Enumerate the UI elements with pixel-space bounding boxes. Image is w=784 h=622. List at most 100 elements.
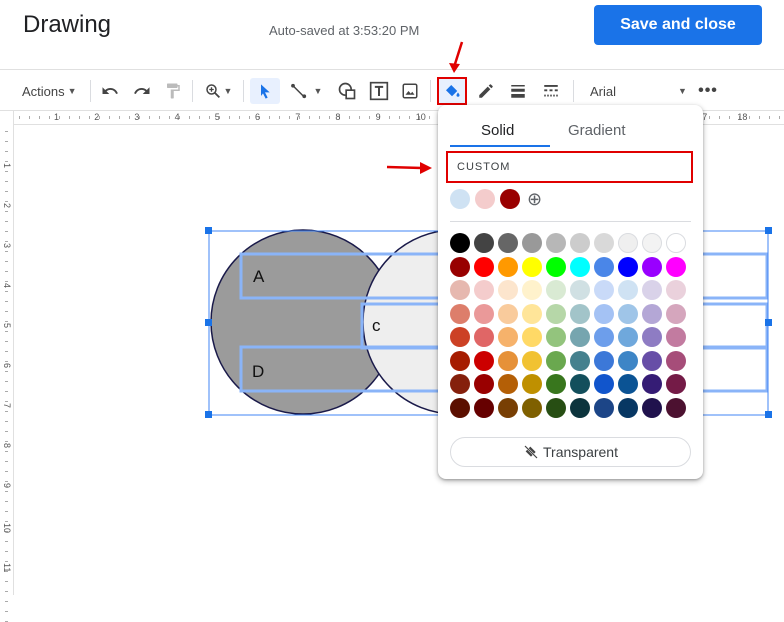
color-swatch[interactable] — [522, 303, 542, 324]
more-icon[interactable]: ••• — [697, 78, 719, 104]
color-swatch[interactable] — [450, 327, 470, 347]
color-swatch[interactable] — [618, 233, 638, 253]
color-swatch[interactable] — [546, 303, 566, 324]
color-swatch[interactable] — [546, 350, 566, 371]
color-swatch[interactable] — [642, 256, 662, 277]
add-custom-color-icon[interactable]: ⊕ — [527, 189, 542, 210]
tab-solid[interactable]: Solid — [481, 122, 514, 139]
color-swatch[interactable] — [546, 397, 566, 418]
color-swatch[interactable] — [522, 327, 542, 347]
color-swatch[interactable] — [474, 374, 494, 394]
color-swatch[interactable] — [666, 233, 686, 253]
color-swatch[interactable] — [666, 397, 686, 418]
color-swatch[interactable] — [618, 350, 638, 371]
color-swatch[interactable] — [474, 303, 494, 324]
color-swatch[interactable] — [474, 350, 494, 371]
color-swatch[interactable] — [450, 397, 470, 418]
color-swatch[interactable] — [642, 397, 662, 418]
color-swatch[interactable] — [594, 374, 614, 394]
color-swatch[interactable] — [474, 233, 494, 253]
color-swatch[interactable] — [570, 256, 590, 277]
color-swatch[interactable] — [498, 397, 518, 418]
border-weight-icon[interactable] — [506, 78, 530, 104]
color-swatch[interactable] — [474, 397, 494, 418]
custom-color-swatch[interactable] — [450, 189, 470, 209]
shape-icon[interactable] — [335, 78, 359, 104]
color-swatch[interactable] — [594, 397, 614, 418]
resize-handle[interactable] — [765, 227, 772, 234]
color-swatch[interactable] — [450, 233, 470, 253]
color-swatch[interactable] — [594, 256, 614, 277]
color-swatch[interactable] — [594, 350, 614, 371]
color-swatch[interactable] — [618, 303, 638, 324]
fill-color-icon[interactable] — [437, 77, 467, 105]
color-swatch[interactable] — [450, 256, 470, 277]
actions-menu[interactable]: Actions ▼ — [22, 78, 80, 104]
color-swatch[interactable] — [642, 327, 662, 347]
color-swatch[interactable] — [522, 280, 542, 300]
color-swatch[interactable] — [666, 256, 686, 277]
color-swatch[interactable] — [570, 374, 590, 394]
color-swatch[interactable] — [618, 280, 638, 300]
color-swatch[interactable] — [498, 233, 518, 253]
color-swatch[interactable] — [498, 280, 518, 300]
color-swatch[interactable] — [618, 327, 638, 347]
color-swatch[interactable] — [450, 303, 470, 324]
resize-handle[interactable] — [765, 319, 772, 326]
color-swatch[interactable] — [498, 350, 518, 371]
color-swatch[interactable] — [450, 280, 470, 300]
color-swatch[interactable] — [570, 280, 590, 300]
color-swatch[interactable] — [570, 397, 590, 418]
color-swatch[interactable] — [594, 233, 614, 253]
color-swatch[interactable] — [522, 350, 542, 371]
line-icon[interactable]: ▼ — [285, 78, 327, 104]
color-swatch[interactable] — [594, 303, 614, 324]
color-swatch[interactable] — [570, 233, 590, 253]
undo-icon[interactable] — [99, 78, 121, 104]
color-swatch[interactable] — [546, 280, 566, 300]
color-swatch[interactable] — [642, 303, 662, 324]
save-and-close-button[interactable]: Save and close — [594, 5, 762, 45]
color-swatch[interactable] — [522, 256, 542, 277]
image-icon[interactable] — [398, 78, 422, 104]
color-swatch[interactable] — [474, 256, 494, 277]
color-swatch[interactable] — [666, 374, 686, 394]
resize-handle[interactable] — [765, 411, 772, 418]
color-swatch[interactable] — [450, 374, 470, 394]
transparent-button[interactable]: Transparent — [450, 437, 691, 467]
color-swatch[interactable] — [666, 280, 686, 300]
color-swatch[interactable] — [642, 350, 662, 371]
color-swatch[interactable] — [570, 350, 590, 371]
color-swatch[interactable] — [642, 280, 662, 300]
color-swatch[interactable] — [570, 303, 590, 324]
color-swatch[interactable] — [450, 350, 470, 371]
color-swatch[interactable] — [594, 327, 614, 347]
color-swatch[interactable] — [522, 374, 542, 394]
custom-color-swatch[interactable] — [475, 189, 495, 209]
color-swatch[interactable] — [474, 327, 494, 347]
color-swatch[interactable] — [546, 374, 566, 394]
color-swatch[interactable] — [498, 327, 518, 347]
color-swatch[interactable] — [474, 280, 494, 300]
font-select[interactable]: Arial ▼ — [590, 78, 690, 104]
color-swatch[interactable] — [546, 233, 566, 253]
zoom-icon[interactable]: ▼ — [200, 78, 236, 104]
color-swatch[interactable] — [546, 256, 566, 277]
text-box-icon[interactable] — [367, 78, 391, 104]
resize-handle[interactable] — [205, 411, 212, 418]
color-swatch[interactable] — [570, 327, 590, 347]
select-icon[interactable] — [250, 78, 280, 104]
resize-handle[interactable] — [205, 319, 212, 326]
color-swatch[interactable] — [498, 256, 518, 277]
color-swatch[interactable] — [618, 374, 638, 394]
paint-format-icon[interactable] — [162, 78, 184, 104]
color-swatch[interactable] — [666, 327, 686, 347]
color-swatch[interactable] — [594, 280, 614, 300]
color-swatch[interactable] — [618, 256, 638, 277]
redo-icon[interactable] — [131, 78, 153, 104]
color-swatch[interactable] — [666, 350, 686, 371]
color-swatch[interactable] — [522, 397, 542, 418]
color-swatch[interactable] — [642, 233, 662, 253]
color-swatch[interactable] — [618, 397, 638, 418]
color-swatch[interactable] — [666, 303, 686, 324]
